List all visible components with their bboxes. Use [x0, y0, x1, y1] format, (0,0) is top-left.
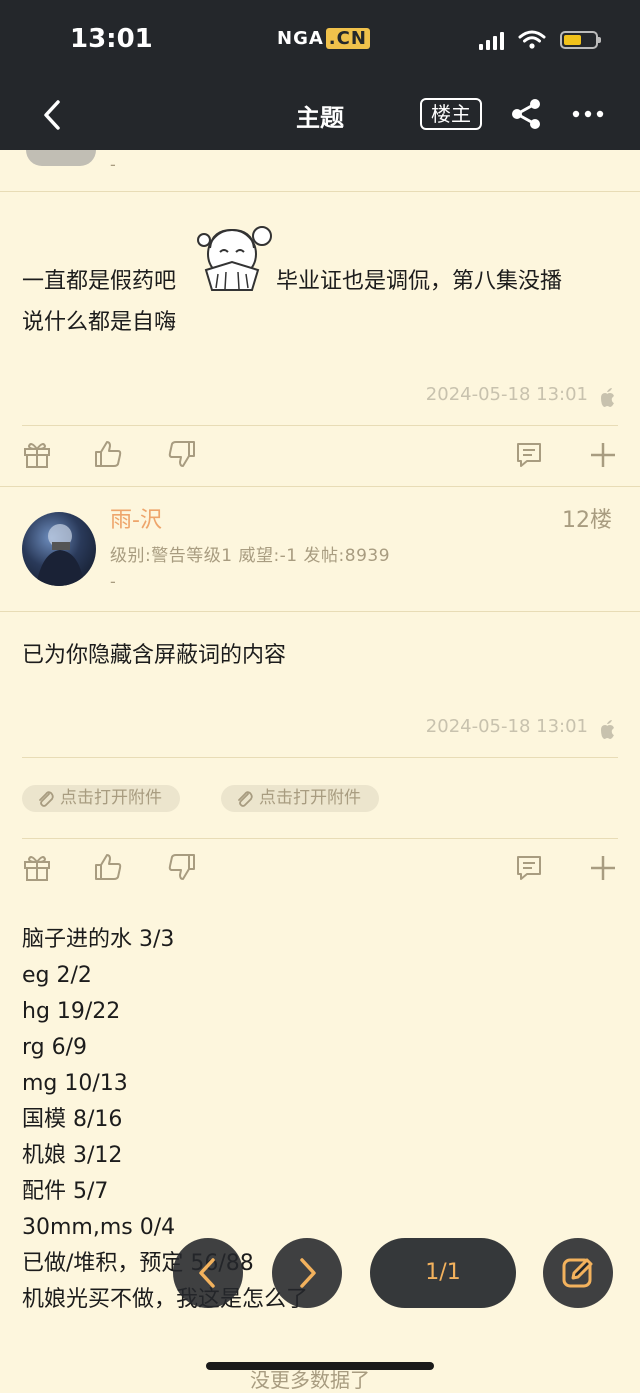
comment-icon[interactable] [513, 852, 545, 884]
apple-icon [601, 388, 614, 407]
nga-logo: NGA .CN [277, 28, 370, 49]
signal-icon [479, 30, 504, 50]
list-item: rg 6/9 [22, 1035, 88, 1060]
list-item: 30mm,ms 0/4 [22, 1215, 176, 1240]
divider [0, 486, 640, 487]
list-item: eg 2/2 [22, 963, 92, 988]
username[interactable]: 雨-沢 [110, 502, 162, 534]
comment-icon[interactable] [513, 439, 545, 471]
nav-bar: 主题 楼主 [0, 84, 640, 150]
user-signature: - [110, 572, 116, 591]
like-icon[interactable] [92, 851, 124, 883]
post-content: 已为你隐藏含屏蔽词的内容 [22, 643, 287, 668]
like-icon[interactable] [92, 438, 124, 470]
post-timestamp: 2024-05-18 13:01 [425, 384, 588, 405]
user-meta: 级别:警告等级1 威望:-1 发帖:8939 [110, 546, 391, 566]
gift-icon[interactable] [21, 851, 53, 883]
gift-icon[interactable] [21, 438, 53, 470]
divider [22, 425, 618, 426]
prev-icon [199, 1258, 215, 1288]
attachment-button[interactable]: 点击打开附件 [22, 785, 180, 812]
paperclip-icon [238, 790, 253, 807]
reply-button[interactable] [543, 1238, 613, 1308]
attachment-label: 点击打开附件 [60, 788, 162, 808]
status-bar: 13:01 NGA .CN [0, 0, 640, 84]
list-item: 脑子进的水 3/3 [22, 927, 175, 952]
apple-icon [601, 720, 614, 739]
op-only-button[interactable]: 楼主 [420, 98, 482, 130]
post-timestamp: 2024-05-18 13:01 [425, 716, 588, 737]
attachment-button[interactable]: 点击打开附件 [221, 785, 379, 812]
post-content-line: 说什么都是自嗨 [22, 310, 177, 335]
list-item: 已做/堆积，预定 56/88 [22, 1251, 254, 1276]
paperclip-icon [39, 790, 54, 807]
divider [22, 757, 618, 758]
list-item: 机娘光买不做，我这是怎么了 [22, 1287, 309, 1312]
list-item: 国模 8/16 [22, 1107, 123, 1132]
dislike-icon[interactable] [166, 438, 198, 470]
attachment-label: 点击打开附件 [259, 788, 361, 808]
list-item: 机娘 3/12 [22, 1143, 123, 1168]
dislike-icon[interactable] [166, 851, 198, 883]
battery-icon [560, 31, 601, 49]
sticker-image [197, 226, 272, 291]
divider [0, 191, 640, 192]
more-icon[interactable] [568, 96, 608, 132]
plus-icon[interactable] [587, 852, 619, 884]
user-signature: - [110, 155, 116, 174]
share-icon[interactable] [508, 96, 544, 132]
home-indicator [206, 1362, 434, 1370]
avatar[interactable] [22, 512, 96, 586]
post-content-line: 一直都是假药吧 [22, 269, 177, 294]
next-icon [300, 1258, 316, 1288]
edit-icon [562, 1258, 593, 1288]
post-content-list: 脑子进的水 3/3 eg 2/2 hg 19/22 rg 6/9 mg 10/1… [22, 922, 308, 1318]
next-page-button[interactable] [272, 1238, 342, 1308]
divider [22, 838, 618, 839]
list-item: 配件 5/7 [22, 1179, 109, 1204]
page-indicator[interactable]: 1/1 [370, 1238, 516, 1308]
plus-icon[interactable] [587, 439, 619, 471]
prev-page-button[interactable] [173, 1238, 243, 1308]
status-icons [479, 30, 601, 50]
wifi-icon [518, 30, 546, 49]
avatar[interactable] [26, 150, 96, 166]
post-content-line: 毕业证也是调侃，第八集没播 [276, 269, 563, 294]
list-item: mg 10/13 [22, 1071, 128, 1096]
status-time: 13:01 [70, 24, 153, 54]
floor-number: 12楼 [562, 508, 612, 533]
page-title: 主题 [296, 104, 344, 132]
divider [0, 611, 640, 612]
list-item: hg 19/22 [22, 999, 121, 1024]
